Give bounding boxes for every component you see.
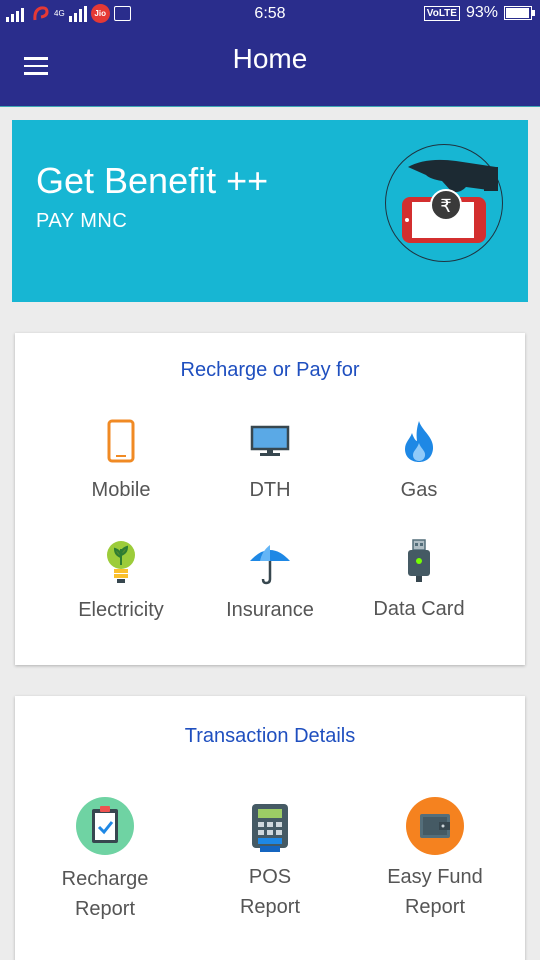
recharge-item-label: Insurance <box>226 599 314 621</box>
recharge-item-dth[interactable]: DTH <box>195 419 345 509</box>
status-bar: 4G Jio 6:58 VoLTE 93% <box>0 0 540 27</box>
transaction-item-pos-report[interactable]: POS Report <box>195 796 345 924</box>
monitor-icon <box>250 425 290 456</box>
status-right-icons: VoLTE 93% <box>423 4 535 22</box>
volte-badge: VoLTE <box>423 5 460 21</box>
lightbulb-icon <box>107 541 135 583</box>
hand-phone-payment-logo: ₹ <box>385 144 503 262</box>
transaction-item-line1: Recharge <box>61 868 149 890</box>
recharge-item-insurance[interactable]: Insurance <box>195 539 345 629</box>
recharge-item-label: Mobile <box>91 479 151 501</box>
recharge-card: Recharge or Pay for Mobile DTH Gas Elect… <box>15 333 525 665</box>
recharge-item-label: Gas <box>400 479 438 501</box>
pos-terminal-icon <box>252 804 288 852</box>
transaction-item-line1: Easy Fund <box>387 866 483 888</box>
rupee-symbol: ₹ <box>440 196 451 217</box>
recharge-item-electricity[interactable]: Electricity <box>46 539 196 629</box>
transaction-item-easy-fund-report[interactable]: Easy Fund Report <box>360 796 510 924</box>
recharge-item-data-card[interactable]: Data Card <box>344 539 494 629</box>
umbrella-icon <box>250 545 290 585</box>
transaction-item-recharge-report[interactable]: Recharge Report <box>30 796 180 924</box>
transaction-item-line2: Report <box>239 896 301 918</box>
mobile-phone-icon <box>107 419 135 463</box>
recharge-item-label: Electricity <box>78 599 164 621</box>
recharge-item-gas[interactable]: Gas <box>344 419 494 509</box>
usb-dongle-icon <box>408 539 430 582</box>
recharge-item-label: Data Card <box>373 598 465 620</box>
wallet-icon <box>406 797 464 855</box>
transaction-item-line1: POS <box>248 866 292 888</box>
banner-title: Get Benefit ++ <box>36 160 269 201</box>
recharge-item-mobile[interactable]: Mobile <box>46 419 196 509</box>
battery-percent: 93% <box>465 4 498 21</box>
recharge-card-title: Recharge or Pay for <box>180 359 360 381</box>
recharge-item-label: DTH <box>249 479 291 501</box>
banner-subtitle: PAY MNC <box>36 210 128 232</box>
transaction-item-line2: Report <box>74 898 136 920</box>
page-title: Home <box>232 43 308 74</box>
transaction-item-line2: Report <box>404 896 466 918</box>
promo-banner[interactable]: Get Benefit ++ PAY MNC ₹ <box>12 120 528 302</box>
flame-icon <box>405 421 434 462</box>
clipboard-check-icon <box>76 797 134 855</box>
transaction-card-title: Transaction Details <box>184 725 356 747</box>
battery-icon <box>504 6 535 20</box>
app-bar: Home <box>0 27 540 107</box>
transaction-card: Transaction Details Recharge Report POS … <box>15 696 525 960</box>
